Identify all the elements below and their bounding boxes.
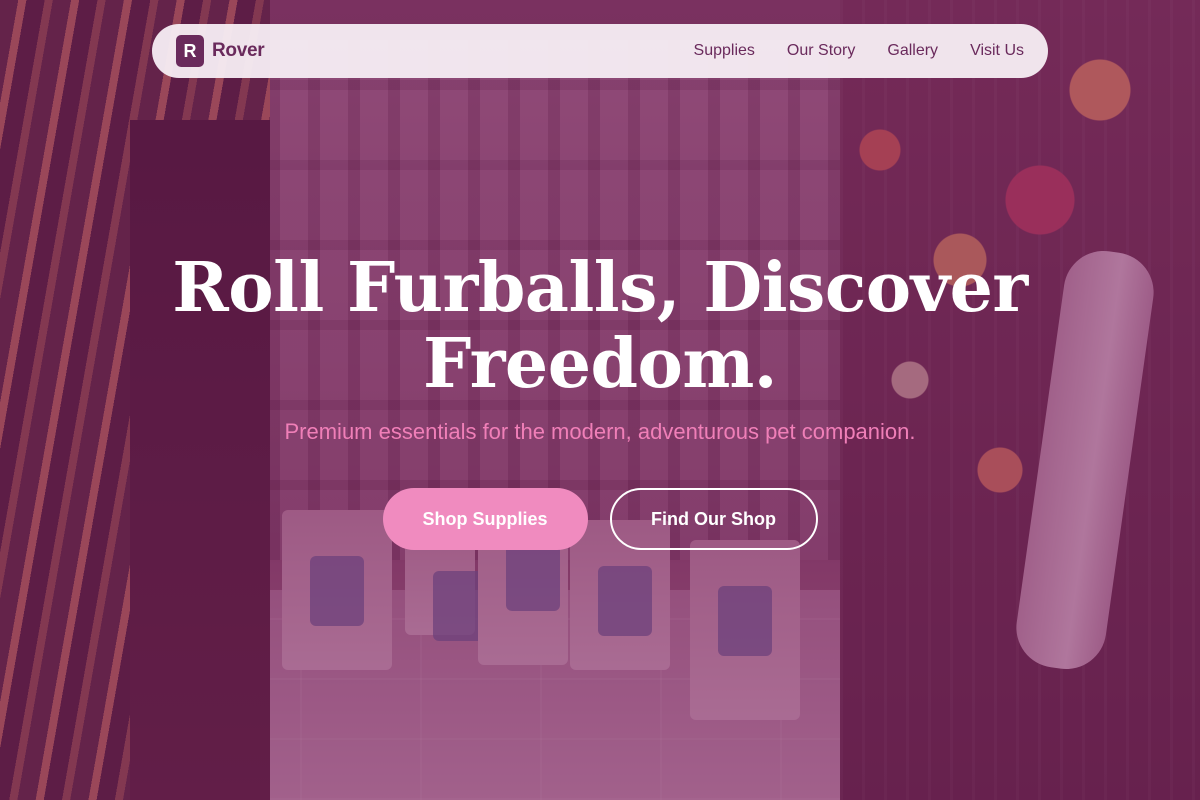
nav-link-supplies[interactable]: Supplies [694, 42, 755, 60]
nav-link-gallery[interactable]: Gallery [887, 42, 938, 60]
hero-cta-group: Shop Supplies Find Our Shop [0, 488, 1200, 550]
hero-title: Roll Furballs, Discover Freedom. [172, 248, 1028, 404]
brand-name: Rover [212, 40, 265, 61]
shop-supplies-button[interactable]: Shop Supplies [382, 488, 588, 550]
nav-link-visit-us[interactable]: Visit Us [970, 42, 1024, 60]
nav-link-our-story[interactable]: Our Story [787, 42, 855, 60]
nav-links: Supplies Our Story Gallery Visit Us [694, 42, 1024, 60]
brand-logo-icon: R [176, 35, 204, 67]
brand-logo-link[interactable]: R Rover [176, 35, 265, 67]
hero-subtitle: Premium essentials for the modern, adven… [284, 419, 916, 444]
navbar: R Rover Supplies Our Story Gallery Visit… [152, 24, 1048, 78]
find-our-shop-button[interactable]: Find Our Shop [609, 488, 818, 550]
